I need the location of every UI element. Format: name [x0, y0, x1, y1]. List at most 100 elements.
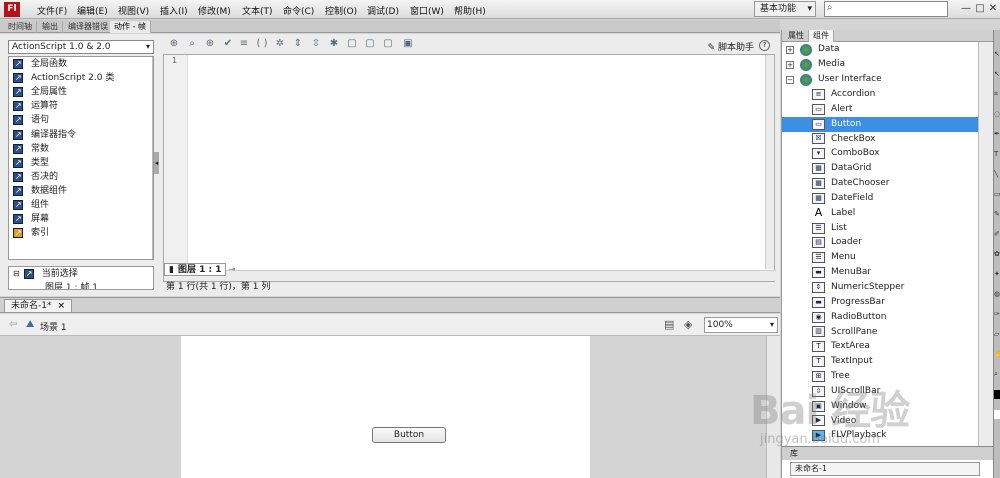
component-scrollpane[interactable]: ▥ ScrollPane	[782, 325, 978, 340]
subselection-tool-icon[interactable]: ↖	[994, 70, 1000, 79]
tree-item-operators[interactable]: 运算符	[9, 99, 153, 113]
selection-tool-icon[interactable]: ↖	[994, 50, 1000, 59]
deco-tool-icon[interactable]: ✿	[994, 250, 1000, 259]
tree-item-constants[interactable]: 常数	[9, 142, 153, 156]
component-loader[interactable]: ▤ Loader	[782, 235, 978, 250]
collapse-between-braces-icon[interactable]: ⇕	[292, 38, 304, 50]
category-media[interactable]: + Media	[782, 57, 978, 72]
component-list[interactable]: ☰ List	[782, 221, 978, 236]
eyedropper-tool-icon[interactable]: ✑	[994, 310, 1000, 319]
script-editor[interactable]: 1	[163, 54, 776, 282]
library-document-select[interactable]: 未命名-1	[790, 462, 980, 476]
check-syntax-icon[interactable]: ✔	[222, 38, 234, 50]
fill-color-swatch[interactable]	[994, 410, 1000, 419]
tree-item-statements[interactable]: 语句	[9, 113, 153, 127]
menu-insert[interactable]: 插入(I)	[160, 4, 188, 17]
tree-item-compiler-directives[interactable]: 编译器指令	[9, 127, 153, 142]
component-label-item[interactable]: A Label	[782, 206, 978, 221]
panel-collapse-handle[interactable]: ◂	[154, 152, 159, 174]
component-accordion[interactable]: ≡ Accordion	[782, 87, 978, 102]
expand-icon[interactable]: +	[786, 60, 794, 69]
edit-scene-icon[interactable]: ▤	[664, 318, 674, 331]
tab-components[interactable]: 组件	[808, 30, 834, 42]
tree-item-global-properties[interactable]: 全局属性	[9, 85, 153, 99]
component-textinput[interactable]: T TextInput	[782, 354, 978, 369]
zoom-select[interactable]: 100% ▾	[704, 317, 778, 333]
document-tab[interactable]: 未命名-1* ×	[4, 299, 73, 313]
line-tool-icon[interactable]: ╲	[994, 170, 1000, 179]
code-hint-icon[interactable]: ( )	[256, 38, 268, 50]
brush-tool-icon[interactable]: ✐	[994, 230, 1000, 239]
tree-item-global-functions[interactable]: 全局函数	[9, 57, 153, 71]
paint-bucket-tool-icon[interactable]: ◍	[994, 290, 1000, 299]
close-icon[interactable]: ×	[57, 301, 65, 311]
component-menu[interactable]: ☰ Menu	[782, 250, 978, 265]
stage-button-instance[interactable]: Button	[372, 427, 446, 443]
actionscript-version-select[interactable]: ActionScript 1.0 & 2.0 ▾	[8, 40, 154, 54]
nav-current-selection[interactable]: ⊟ 当前选择	[9, 267, 153, 281]
component-progressbar[interactable]: ▬ ProgressBar	[782, 295, 978, 310]
tree-item-index[interactable]: 索引	[9, 226, 153, 240]
menu-control[interactable]: 控制(O)	[325, 4, 357, 17]
tab-output[interactable]: 输出	[38, 21, 63, 33]
tab-actions-frame[interactable]: 动作 - 帧	[110, 21, 151, 33]
pencil-tool-icon[interactable]: ✎	[994, 210, 1000, 219]
expand-icon[interactable]: +	[786, 45, 794, 54]
pin-script-icon[interactable]: ⊸	[228, 265, 236, 275]
menu-file[interactable]: 文件(F)	[37, 4, 67, 17]
lasso-tool-icon[interactable]: ◌	[994, 110, 1000, 119]
tree-item-types[interactable]: 类型	[9, 156, 153, 170]
component-datefield[interactable]: ▦ DateField	[782, 191, 978, 206]
add-statement-icon[interactable]: ⊕	[168, 38, 180, 50]
tree-item-data-components[interactable]: 数据组件	[9, 184, 153, 198]
nav-layer-frame[interactable]: 图层 1 : 帧 1	[9, 281, 153, 289]
tree-item-screens[interactable]: 屏幕	[9, 212, 153, 226]
rectangle-tool-icon[interactable]: ▭	[994, 190, 1000, 199]
category-data[interactable]: + Data	[782, 42, 978, 57]
tab-timeline[interactable]: 时间轴	[4, 21, 37, 33]
component-textarea[interactable]: T TextArea	[782, 339, 978, 354]
script-assist-toggle[interactable]: ✎ 脚本助手	[708, 40, 754, 53]
component-menubar[interactable]: ▬ MenuBar	[782, 265, 978, 280]
close-window-button[interactable]: ✕	[985, 2, 1000, 16]
tree-item-components[interactable]: 组件	[9, 198, 153, 212]
hand-tool-icon[interactable]: ✋	[994, 350, 1000, 359]
free-transform-tool-icon[interactable]: ⌗	[994, 90, 1000, 99]
library-panel-header[interactable]: 库	[782, 446, 994, 460]
auto-format-icon[interactable]: ≡	[238, 38, 250, 50]
component-numericstepper[interactable]: ⇕ NumericStepper	[782, 280, 978, 295]
stroke-color-swatch[interactable]	[994, 390, 1000, 399]
collapse-icon[interactable]: −	[786, 75, 794, 84]
scene-label[interactable]: 场景 1	[40, 320, 67, 333]
target-path-icon[interactable]: ⊕	[204, 38, 216, 50]
show-hide-toolbox-icon[interactable]: ▣	[402, 38, 414, 50]
component-button[interactable]: ▭ Button	[782, 116, 978, 132]
apply-block-comment-icon[interactable]: ▢	[346, 38, 358, 50]
tab-properties[interactable]: 属性	[784, 30, 808, 42]
zoom-tool-icon[interactable]: ⌕	[994, 370, 1000, 379]
collapse-selection-icon[interactable]: ⇳	[310, 38, 322, 50]
menu-window[interactable]: 窗口(W)	[410, 4, 444, 17]
text-tool-icon[interactable]: T	[994, 150, 1000, 159]
stage[interactable]: Button	[181, 336, 590, 478]
tree-item-deprecated[interactable]: 否决的	[9, 170, 153, 184]
workspace-switcher[interactable]: 基本功能 ▾	[754, 1, 816, 17]
script-layer-tab[interactable]: ▮ 图层 1 : 1	[164, 263, 227, 276]
menu-help[interactable]: 帮助(H)	[454, 4, 486, 17]
search-input[interactable]: ⌕	[824, 1, 948, 17]
pen-tool-icon[interactable]: ✒	[994, 130, 1000, 139]
edit-symbols-icon[interactable]: ◈	[684, 318, 692, 331]
eraser-tool-icon[interactable]: ▱	[994, 330, 1000, 339]
components-scrollbar[interactable]	[978, 42, 994, 446]
back-arrow-icon[interactable]: ⇦	[9, 319, 17, 330]
tab-compiler-errors[interactable]: 编译器错误	[64, 21, 113, 33]
component-checkbox[interactable]: ☒ CheckBox	[782, 132, 978, 147]
find-icon[interactable]: ⌕	[186, 38, 198, 50]
bone-tool-icon[interactable]: ✦	[994, 270, 1000, 279]
component-datagrid[interactable]: ▦ DataGrid	[782, 161, 978, 176]
editor-vertical-scrollbar[interactable]	[765, 55, 774, 269]
menu-edit[interactable]: 编辑(E)	[77, 4, 108, 17]
category-user-interface[interactable]: − User Interface	[782, 72, 978, 87]
help-icon[interactable]: ?	[759, 40, 770, 51]
menu-commands[interactable]: 命令(C)	[283, 4, 314, 17]
